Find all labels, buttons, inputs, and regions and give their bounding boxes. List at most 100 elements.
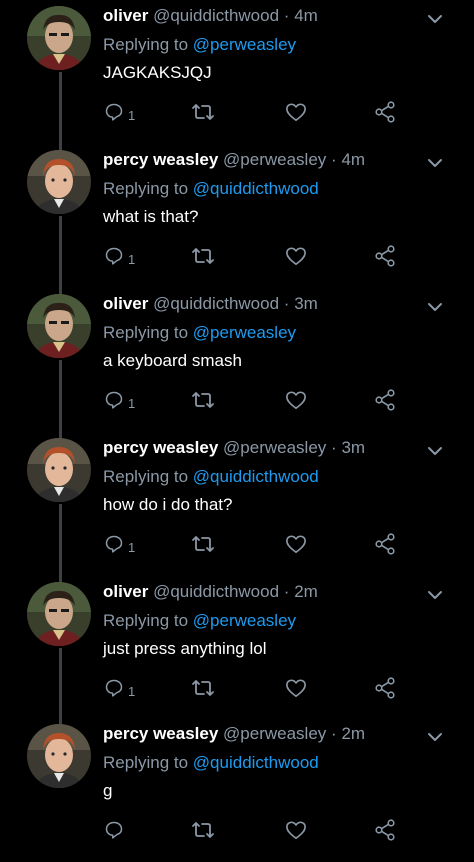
user-handle[interactable]: @quiddicthwood <box>153 294 279 313</box>
share-button[interactable] <box>374 529 396 559</box>
chevron-down-icon[interactable] <box>425 441 445 461</box>
like-button[interactable] <box>285 815 307 845</box>
separator: · <box>283 6 290 25</box>
separator: · <box>331 724 337 743</box>
user-handle[interactable]: @perweasley <box>223 150 326 169</box>
retweet-icon <box>192 392 214 408</box>
tweet-text: what is that? <box>103 207 199 226</box>
chevron-down-icon[interactable] <box>425 727 445 747</box>
timestamp[interactable]: 4m <box>341 150 365 169</box>
like-button[interactable] <box>285 97 307 127</box>
retweet-button[interactable] <box>191 241 215 271</box>
reply-icon <box>105 103 123 121</box>
tweet[interactable]: oliver @quiddicthwood · 4m Replying to @… <box>0 0 474 144</box>
mention-link[interactable]: @perweasley <box>193 323 296 342</box>
reply-button[interactable]: 1 <box>104 673 135 703</box>
reply-count: 1 <box>128 107 136 123</box>
user-handle[interactable]: @perweasley <box>223 438 326 457</box>
share-button[interactable] <box>374 815 396 845</box>
retweet-icon <box>192 822 214 838</box>
separator: · <box>283 294 290 313</box>
display-name[interactable]: percy weasley <box>103 724 218 743</box>
reply-button[interactable]: 1 <box>104 385 135 415</box>
tweet-thread: oliver @quiddicthwood · 4m Replying to @… <box>0 0 474 862</box>
tweet[interactable]: oliver @quiddicthwood · 3m Replying to @… <box>0 288 474 432</box>
chevron-down-icon[interactable] <box>425 585 445 605</box>
oliver-avatar-icon <box>27 6 91 70</box>
replying-to: Replying to @perweasley <box>103 35 296 55</box>
timestamp[interactable]: 3m <box>294 294 318 313</box>
display-name[interactable]: oliver <box>103 582 148 601</box>
reply-count: 1 <box>128 539 136 555</box>
replying-prefix: Replying to <box>103 179 189 198</box>
display-name[interactable]: percy weasley <box>103 438 218 457</box>
reply-icon <box>105 535 123 553</box>
retweet-button[interactable] <box>191 529 215 559</box>
retweet-icon <box>192 680 214 696</box>
share-icon <box>375 533 395 555</box>
tweet-header: percy weasley @perweasley · 3m <box>103 438 365 458</box>
like-button[interactable] <box>285 241 307 271</box>
retweet-button[interactable] <box>191 385 215 415</box>
retweet-button[interactable] <box>191 673 215 703</box>
user-handle[interactable]: @quiddicthwood <box>153 582 279 601</box>
avatar[interactable] <box>27 150 91 214</box>
heart-icon <box>286 247 306 265</box>
tweet-text: JAGKAKSJQJ <box>103 63 212 82</box>
retweet-button[interactable] <box>191 815 215 845</box>
share-button[interactable] <box>374 673 396 703</box>
reply-icon <box>105 391 123 409</box>
mention-link[interactable]: @quiddicthwood <box>193 467 319 486</box>
retweet-button[interactable] <box>191 97 215 127</box>
like-button[interactable] <box>285 385 307 415</box>
separator: · <box>283 582 290 601</box>
avatar[interactable] <box>27 724 91 788</box>
like-button[interactable] <box>285 529 307 559</box>
timestamp[interactable]: 2m <box>294 582 318 601</box>
display-name[interactable]: percy weasley <box>103 150 218 169</box>
reply-count: 1 <box>128 251 136 267</box>
replying-to: Replying to @quiddicthwood <box>103 753 319 773</box>
tweet-text: how do i do that? <box>103 495 233 514</box>
replying-prefix: Replying to <box>103 611 189 630</box>
tweet[interactable]: percy weasley @perweasley · 4m Replying … <box>0 144 474 288</box>
share-button[interactable] <box>374 385 396 415</box>
timestamp[interactable]: 4m <box>294 6 318 25</box>
avatar[interactable] <box>27 6 91 70</box>
tweet[interactable]: percy weasley @perweasley · 3m Replying … <box>0 432 474 576</box>
tweet-text: just press anything lol <box>103 639 267 658</box>
timestamp[interactable]: 2m <box>341 724 365 743</box>
mention-link[interactable]: @perweasley <box>193 611 296 630</box>
avatar[interactable] <box>27 438 91 502</box>
tweet-actions: 1 <box>0 529 474 559</box>
display-name[interactable]: oliver <box>103 294 148 313</box>
reply-button[interactable]: 1 <box>104 241 135 271</box>
share-button[interactable] <box>374 241 396 271</box>
heart-icon <box>286 103 306 121</box>
reply-button[interactable]: 1 <box>104 97 135 127</box>
display-name[interactable]: oliver <box>103 6 148 25</box>
mention-link[interactable]: @perweasley <box>193 35 296 54</box>
tweet[interactable]: percy weasley @perweasley · 2m Replying … <box>0 718 474 862</box>
tweet[interactable]: oliver @quiddicthwood · 2m Replying to @… <box>0 576 474 720</box>
replying-prefix: Replying to <box>103 467 189 486</box>
user-handle[interactable]: @perweasley <box>223 724 326 743</box>
share-button[interactable] <box>374 97 396 127</box>
share-icon <box>375 245 395 267</box>
reply-button[interactable] <box>104 815 128 845</box>
user-handle[interactable]: @quiddicthwood <box>153 6 279 25</box>
heart-icon <box>286 535 306 553</box>
tweet-actions: 1 <box>0 673 474 703</box>
share-icon <box>375 101 395 123</box>
mention-link[interactable]: @quiddicthwood <box>193 179 319 198</box>
avatar[interactable] <box>27 582 91 646</box>
avatar[interactable] <box>27 294 91 358</box>
chevron-down-icon[interactable] <box>425 9 445 29</box>
mention-link[interactable]: @quiddicthwood <box>193 753 319 772</box>
chevron-down-icon[interactable] <box>425 153 445 173</box>
chevron-down-icon[interactable] <box>425 297 445 317</box>
reply-button[interactable]: 1 <box>104 529 135 559</box>
like-button[interactable] <box>285 673 307 703</box>
reply-icon <box>105 679 123 697</box>
timestamp[interactable]: 3m <box>341 438 365 457</box>
